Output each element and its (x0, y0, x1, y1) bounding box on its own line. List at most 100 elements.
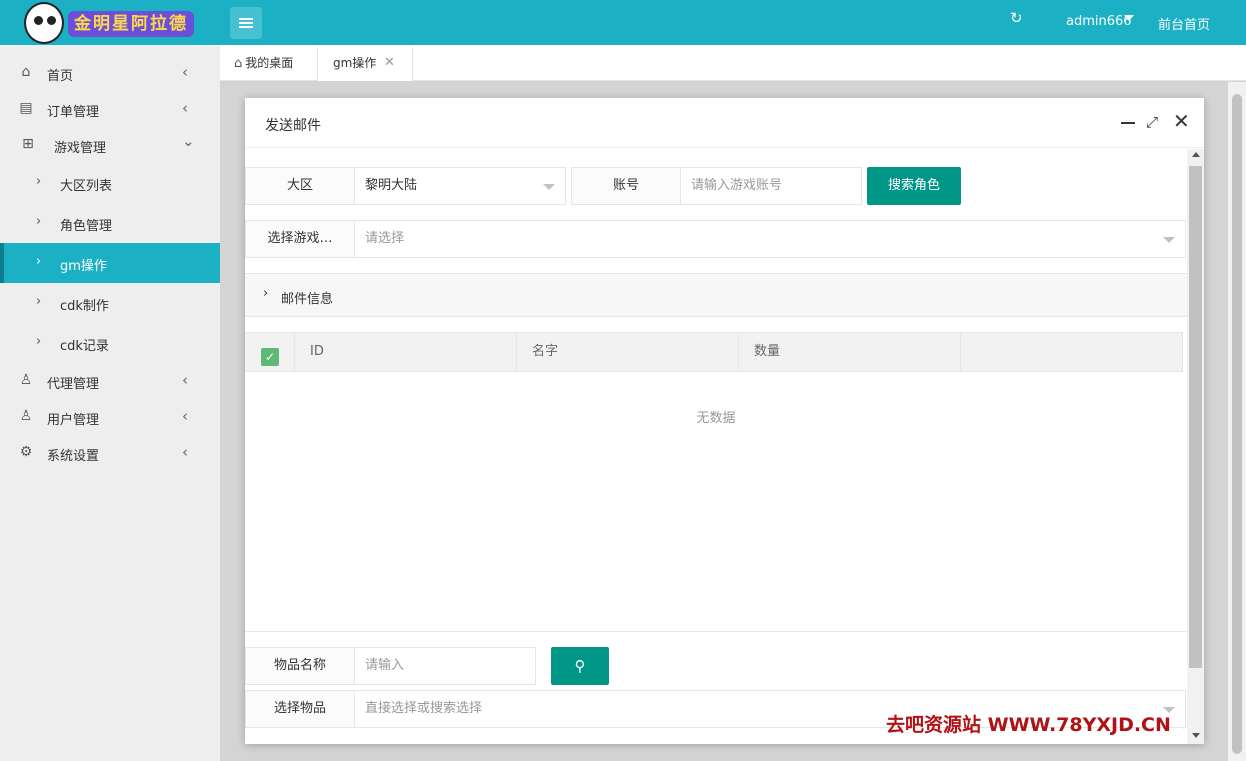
chevron-left-icon: ‹ (182, 63, 188, 81)
dialog-scrollbar[interactable] (1187, 149, 1204, 744)
scroll-up-icon[interactable] (1192, 152, 1200, 157)
close-icon[interactable]: ✕ (384, 47, 395, 79)
chevron-right-icon: › (36, 334, 42, 349)
menu-toggle-button[interactable] (230, 7, 262, 39)
select-all-checkbox[interactable]: ✓ (261, 348, 279, 366)
search-icon: ⚲ (574, 657, 586, 675)
sidebar: ⌂ 首页 ‹ ▤ 订单管理 ‹ ⊞ 游戏管理 ⌄ › 大区列表 › 角色管理 ›… (0, 45, 220, 761)
refresh-icon[interactable]: ↻ (1010, 9, 1023, 27)
logo[interactable]: 金明星阿拉德 (24, 2, 206, 44)
dialog-header: 发送邮件 ⤢ ✕ (245, 98, 1204, 148)
sidebar-item-label: 首页 (47, 69, 74, 84)
sidebar-subitem-cdk-log[interactable]: › cdk记录 (0, 323, 220, 363)
chevron-left-icon: ‹ (182, 443, 188, 461)
page-scrollbar[interactable] (1228, 82, 1246, 761)
sidebar-item-label: 用户管理 (47, 413, 100, 428)
maximize-icon[interactable]: ⤢ (1146, 114, 1158, 130)
mail-info-collapse[interactable]: › 邮件信息 (245, 273, 1187, 317)
chevron-right-icon: › (263, 286, 269, 301)
scrollbar-thumb[interactable] (1232, 94, 1242, 754)
dialog-body: 大区 黎明大陆 账号 请输入游戏账号 搜索角色 选择游戏… 请选择 › 邮件信息… (245, 149, 1204, 744)
column-quantity[interactable]: 数量 (739, 333, 961, 372)
sidebar-item-settings[interactable]: ⚙ 系统设置 ‹ (0, 434, 220, 470)
front-page-link[interactable]: 前台首页 (1158, 14, 1210, 33)
dialog-title: 发送邮件 (265, 118, 321, 134)
send-mail-dialog: 发送邮件 ⤢ ✕ 大区 黎明大陆 账号 请输入游戏账号 搜索角色 选择游戏… 请… (245, 98, 1204, 744)
sidebar-item-label: 系统设置 (47, 449, 100, 464)
select-all-cell: ✓ (245, 333, 295, 372)
region-select-value: 黎明大陆 (365, 178, 418, 193)
item-name-input[interactable]: 请输入 (355, 647, 536, 685)
search-role-button[interactable]: 搜索角色 (867, 167, 961, 205)
sidebar-subitem-label: cdk制作 (60, 299, 109, 314)
chevron-right-icon: › (36, 294, 42, 309)
close-icon[interactable]: ✕ (1173, 111, 1190, 131)
account-input[interactable]: 请输入游戏账号 (681, 167, 862, 205)
sidebar-item-label: 代理管理 (47, 377, 100, 392)
sidebar-subitem-gm[interactable]: › gm操作 (0, 243, 220, 283)
region-label: 大区 (245, 167, 355, 205)
scrollbar-thumb[interactable] (1189, 166, 1202, 668)
sidebar-subitem-label: 角色管理 (60, 219, 113, 234)
sidebar-subitem-label: 大区列表 (60, 179, 113, 194)
sidebar-item-label: 游戏管理 (54, 141, 107, 156)
select-item-placeholder: 直接选择或搜索选择 (365, 701, 483, 716)
table-empty-text: 无数据 (696, 411, 736, 426)
chevron-down-icon: ⌄ (182, 132, 195, 150)
hamburger-icon (239, 18, 253, 28)
select-game-placeholder: 请选择 (365, 231, 405, 246)
caret-down-icon[interactable] (1124, 15, 1134, 21)
chevron-left-icon: ‹ (182, 371, 188, 389)
sidebar-subitem-label: gm操作 (60, 259, 107, 274)
account-label: 账号 (571, 167, 681, 205)
column-name[interactable]: 名字 (517, 333, 739, 372)
tab-home-label: 我的桌面 (245, 56, 294, 70)
caret-down-icon (543, 184, 555, 190)
sidebar-item-label: 订单管理 (47, 105, 100, 120)
region-select[interactable]: 黎明大陆 (355, 167, 566, 205)
chevron-right-icon: › (36, 174, 42, 189)
minimize-icon[interactable] (1121, 122, 1135, 124)
column-extra (961, 333, 1183, 372)
column-id[interactable]: ID (295, 333, 517, 372)
home-icon: ⌂ (234, 56, 243, 71)
sidebar-item-agents[interactable]: ♙ 代理管理 ‹ (0, 362, 220, 398)
sidebar-subitem-roles[interactable]: › 角色管理 (0, 203, 220, 243)
sidebar-item-game[interactable]: ⊞ 游戏管理 ⌄ (0, 126, 220, 162)
gear-icon: ⚙ (19, 444, 33, 460)
sitemap-icon: ⊞ (22, 136, 34, 152)
sidebar-item-users[interactable]: ♙ 用户管理 ‹ (0, 398, 220, 434)
sidebar-subitem-label: cdk记录 (60, 339, 109, 354)
sidebar-item-home[interactable]: ⌂ 首页 ‹ (0, 54, 220, 90)
tab-gm[interactable]: gm操作 ✕ (317, 47, 413, 81)
sidebar-subitem-regions[interactable]: › 大区列表 (0, 163, 220, 203)
select-game-select[interactable]: 请选择 (355, 220, 1186, 258)
chevron-left-icon: ‹ (182, 407, 188, 425)
tab-gm-label: gm操作 (333, 56, 377, 70)
select-game-label: 选择游戏… (245, 220, 355, 258)
chevron-right-icon: › (36, 254, 42, 269)
scroll-down-icon[interactable] (1192, 733, 1200, 738)
item-name-label: 物品名称 (245, 647, 355, 685)
chevron-left-icon: ‹ (182, 99, 188, 117)
item-search-button[interactable]: ⚲ (551, 647, 609, 685)
watermark: 去吧资源站 WWW.78YXJD.CN (886, 714, 1171, 736)
home-icon: ⌂ (21, 64, 31, 80)
caret-down-icon (1163, 237, 1175, 243)
user-icon: ♙ (19, 408, 33, 424)
user-menu[interactable]: admin666 (1066, 14, 1132, 29)
user-icon: ♙ (19, 372, 33, 388)
sidebar-subitem-cdk-make[interactable]: › cdk制作 (0, 283, 220, 323)
mail-info-label: 邮件信息 (281, 292, 334, 307)
select-item-label: 选择物品 (245, 690, 355, 728)
tab-home[interactable]: ⌂ 我的桌面 (234, 47, 293, 81)
logo-mascot-icon (24, 2, 64, 44)
logo-text: 金明星阿拉德 (68, 11, 194, 37)
top-bar: 金明星阿拉德 ↻ admin666 前台首页 (0, 0, 1246, 45)
table-header: ✓ ID 名字 数量 (245, 332, 1183, 372)
tab-bar: ⌂ 我的桌面 gm操作 ✕ (220, 45, 1246, 81)
table-divider (245, 631, 1187, 632)
file-icon: ▤ (19, 100, 33, 116)
sidebar-item-orders[interactable]: ▤ 订单管理 ‹ (0, 90, 220, 126)
chevron-right-icon: › (36, 214, 42, 229)
